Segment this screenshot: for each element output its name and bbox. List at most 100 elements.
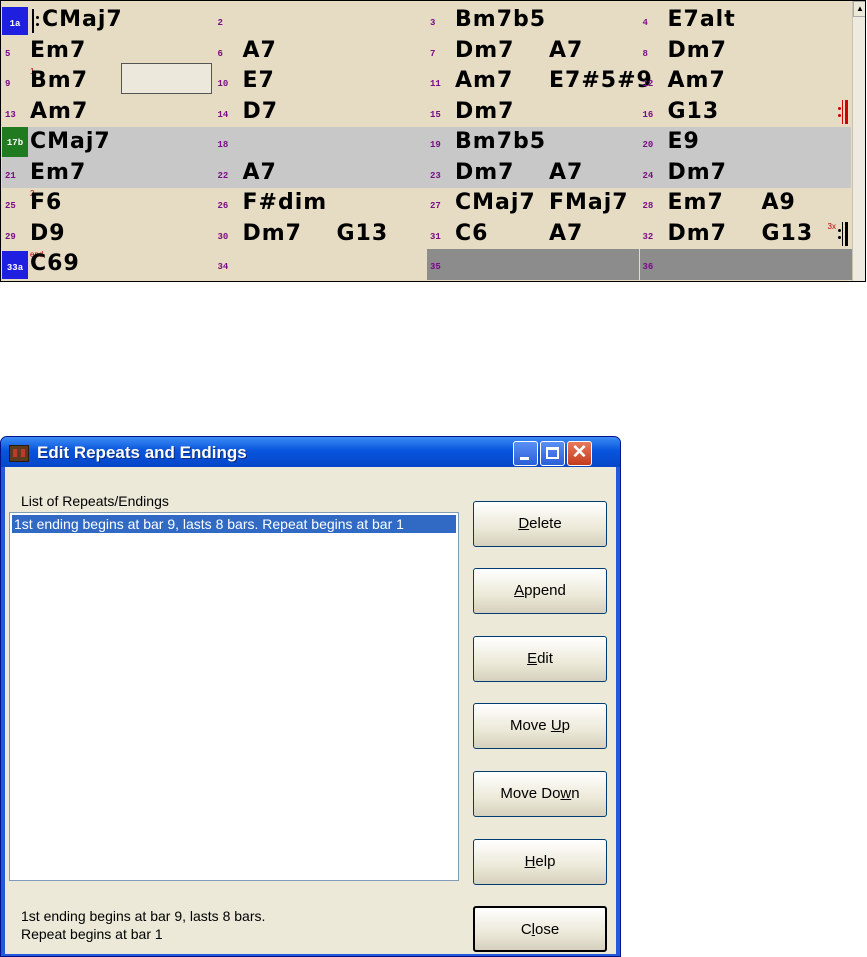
chord-symbol[interactable]: G13 <box>668 97 720 127</box>
chord-symbol[interactable]: Am7 <box>455 66 513 96</box>
bar-number: 33a <box>2 251 28 279</box>
chord-symbol[interactable]: C69 <box>30 249 80 279</box>
bar-cell[interactable]: 6 A7 <box>215 36 427 67</box>
bar-cell[interactable]: 31 C6 A7 <box>427 219 639 250</box>
bar-number: 10 <box>217 79 229 89</box>
bar-cell[interactable]: 29 D9 <box>2 219 214 250</box>
minimize-button[interactable] <box>513 441 538 466</box>
bar-number: 13 <box>5 109 16 120</box>
bar-cell[interactable]: 23 Dm7 A7 <box>427 158 639 189</box>
bar-cell[interactable]: 24 Dm7 <box>640 158 852 189</box>
bar-number: 26 <box>217 201 229 211</box>
bar-cell[interactable]: 28 Em7 A9 <box>640 188 852 219</box>
vertical-scrollbar[interactable]: ▲ <box>852 1 865 281</box>
chord-symbol[interactable]: A7 <box>549 158 583 188</box>
maximize-button[interactable] <box>540 441 565 466</box>
chord-sheet[interactable]: 1a CMaj7 2 3 Bm7b5 4 E7alt 5 Em7 6 A7 7 Dm7 A7 8 Dm7 9 1 B… <box>0 0 866 282</box>
bar-cell[interactable]: 8 Dm7 <box>640 36 852 67</box>
chord-row: 17b CMaj7 18 19 Bm7b5 20 E9 <box>2 127 851 158</box>
bar-cell[interactable]: 36 <box>639 249 852 280</box>
bar-number: 9 <box>5 79 11 89</box>
chord-symbol[interactable]: C6 <box>455 219 488 249</box>
bar-cell[interactable]: 11 Am7 E7#5#9 <box>427 66 652 97</box>
bar-cell[interactable]: 10 E7 <box>215 66 427 97</box>
chord-symbol[interactable]: D7 <box>243 97 279 127</box>
bar-cell[interactable]: 30 Dm7 G13 <box>215 219 427 250</box>
move-up-button[interactable]: Move Up <box>473 703 607 749</box>
chord-symbol[interactable]: Dm7 <box>668 219 728 249</box>
bar-number: 36 <box>642 262 654 272</box>
help-button[interactable]: Help <box>473 839 607 885</box>
delete-button[interactable]: Delete <box>473 501 607 547</box>
chord-symbol[interactable]: A7 <box>549 219 583 249</box>
close-button[interactable]: Close <box>473 906 607 952</box>
bar-cell[interactable]: 1a CMaj7 <box>2 5 214 36</box>
bar-cell[interactable]: 2 <box>215 5 427 36</box>
chord-symbol[interactable]: E7alt <box>668 5 736 35</box>
chord-symbol[interactable]: Am7 <box>668 66 726 96</box>
chord-symbol[interactable]: A7 <box>243 158 277 188</box>
chord-grid[interactable]: 1a CMaj7 2 3 Bm7b5 4 E7alt 5 Em7 6 A7 7 Dm7 A7 8 Dm7 9 1 B… <box>2 5 852 281</box>
bar-cell[interactable]: 18 <box>215 127 427 158</box>
chord-symbol[interactable]: Em7 <box>668 188 724 218</box>
chord-symbol[interactable]: E9 <box>668 127 700 157</box>
bar-cell[interactable]: 4 E7alt <box>640 5 852 36</box>
dialog-titlebar[interactable]: Edit Repeats and Endings ✕ <box>1 437 620 467</box>
list-item[interactable]: 1st ending begins at bar 9, lasts 8 bars… <box>11 514 457 534</box>
chord-symbol[interactable]: G13 <box>337 219 389 249</box>
bar-number: 34 <box>217 262 229 272</box>
chord-symbol[interactable]: Dm7 <box>455 36 515 66</box>
bar-cell[interactable]: 12 Am7 <box>640 66 852 97</box>
chord-symbol[interactable]: CMaj7 <box>455 188 536 218</box>
chord-symbol[interactable]: Dm7 <box>668 36 728 66</box>
bar-cell[interactable]: 20 E9 <box>640 127 852 158</box>
bar-cell[interactable]: 5 Em7 <box>2 36 214 67</box>
append-button[interactable]: Append <box>473 568 607 614</box>
move-down-button[interactable]: Move Down <box>473 771 607 817</box>
bar-cell[interactable]: 19 Bm7b5 <box>427 127 639 158</box>
scroll-up-arrow-icon[interactable]: ▲ <box>853 1 865 17</box>
chord-symbol[interactable]: FMaj7 <box>549 188 629 218</box>
bar-cell[interactable]: 34 <box>215 249 427 280</box>
chord-symbol[interactable]: Am7 <box>30 97 88 127</box>
bar-cell[interactable]: 25 2 F6 <box>2 188 214 219</box>
chord-symbol[interactable]: A7 <box>243 36 277 66</box>
bar-cell[interactable]: 35 <box>427 249 639 280</box>
chord-symbol[interactable]: Dm7 <box>455 158 515 188</box>
bar-cell[interactable]: 22 A7 <box>215 158 427 189</box>
bar-cell[interactable]: 14 D7 <box>215 97 427 128</box>
bar-cell[interactable]: 16 G13 <box>640 97 852 128</box>
chord-symbol[interactable]: Em7 <box>30 36 86 66</box>
bar-cell[interactable]: 33a end C69 <box>2 249 214 280</box>
chord-symbol[interactable]: Bm7b5 <box>455 5 546 35</box>
bar-cell[interactable]: 21 Em7 <box>2 158 214 189</box>
bar-cell[interactable]: 32 Dm7 G13 3x <box>640 219 852 250</box>
chord-symbol[interactable]: A9 <box>762 188 796 218</box>
bar-cell[interactable]: 3 Bm7b5 <box>427 5 639 36</box>
chord-symbol[interactable]: Bm7b5 <box>455 127 546 157</box>
bar-cell[interactable]: 7 Dm7 A7 <box>427 36 639 67</box>
chord-symbol[interactable]: E7#5#9 <box>549 66 653 96</box>
chord-symbol[interactable]: Em7 <box>30 158 86 188</box>
repeats-endings-listbox[interactable]: 1st ending begins at bar 9, lasts 8 bars… <box>9 512 459 881</box>
close-window-button[interactable]: ✕ <box>567 441 592 466</box>
chord-symbol[interactable]: D9 <box>30 219 66 249</box>
chord-symbol[interactable]: Dm7 <box>243 219 303 249</box>
chord-symbol[interactable]: F#dim <box>243 188 328 218</box>
chord-symbol[interactable]: F6 <box>30 188 62 218</box>
chord-symbol[interactable]: G13 <box>762 219 814 249</box>
chord-symbol[interactable]: CMaj7 <box>42 5 123 35</box>
chord-symbol[interactable]: CMaj7 <box>30 127 111 157</box>
chord-symbol[interactable]: Dm7 <box>455 97 515 127</box>
edit-button[interactable]: Edit <box>473 636 607 682</box>
chord-symbol[interactable]: A7 <box>549 36 583 66</box>
bar-cell[interactable]: 26 F#dim <box>215 188 427 219</box>
bar-cell[interactable]: 13 Am7 <box>2 97 214 128</box>
bar-cell[interactable]: 27 CMaj7 FMaj7 <box>427 188 639 219</box>
chord-symbol[interactable]: E7 <box>243 66 275 96</box>
bar-cell[interactable]: 17b CMaj7 <box>2 127 214 158</box>
chord-symbol[interactable]: Dm7 <box>668 158 728 188</box>
chord-symbol[interactable]: Bm7 <box>30 66 88 96</box>
chord-row: 25 2 F6 26 F#dim 27 CMaj7 FMaj7 28 Em7 A9 <box>2 188 851 219</box>
bar-cell[interactable]: 15 Dm7 <box>427 97 639 128</box>
